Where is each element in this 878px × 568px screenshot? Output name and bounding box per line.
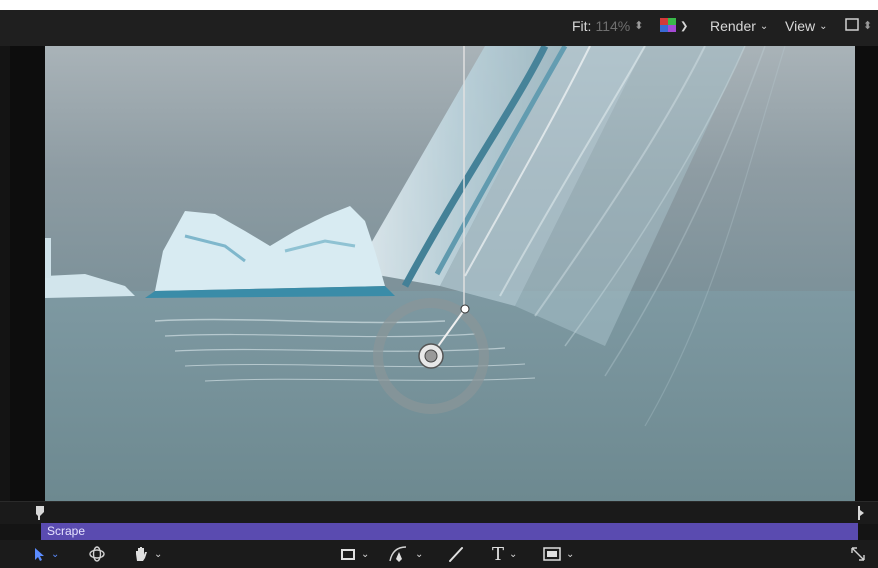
arrow-pointer-icon — [34, 547, 46, 561]
chevron-down-icon: ⌄ — [154, 548, 163, 560]
iceberg-image — [45, 46, 855, 501]
chevron-down-icon: ⌄ — [566, 548, 575, 560]
chevron-down-icon: ⌄ — [759, 20, 769, 32]
canvas-viewer[interactable] — [45, 46, 855, 501]
pan-tool-button[interactable]: ⌄ — [133, 544, 162, 564]
chevron-down-icon: ⌄ — [361, 548, 370, 560]
text-tool-button[interactable]: T ⌄ — [492, 543, 518, 565]
chevron-down-icon: ⌄ — [415, 548, 424, 560]
mask-tool-button[interactable]: ⌄ — [543, 544, 574, 564]
hand-icon — [133, 546, 149, 562]
pen-icon — [388, 545, 410, 563]
updown-arrows-icon: ⬍ — [863, 19, 873, 32]
mask-icon — [543, 547, 561, 561]
clip-label: Scrape — [47, 524, 86, 538]
view-label: View — [785, 18, 816, 34]
top-strip — [0, 0, 878, 10]
chevron-down-icon: ⌄ — [509, 548, 518, 560]
in-point-marker[interactable] — [36, 506, 44, 520]
orbit-icon — [88, 545, 106, 563]
chevron-down-icon: ❯ — [680, 20, 689, 32]
chevron-down-icon: ⌄ — [819, 20, 828, 32]
color-channels-popup[interactable]: ❯ — [660, 17, 688, 35]
fit-value: 114% — [595, 18, 631, 34]
brush-icon — [448, 546, 464, 562]
expand-icon — [850, 546, 866, 562]
fit-zoom-popup[interactable]: Fit: 114% ⬍ — [572, 17, 643, 35]
rectangle-icon — [340, 548, 356, 561]
fullscreen-button[interactable] — [850, 544, 866, 564]
fit-label: Fit: — [572, 18, 592, 34]
render-menu[interactable]: Render ⌄ — [710, 17, 768, 35]
bottom-toolbar: ⌄ ⌄ ⌄ ⌄ T ⌄ ⌄ — [0, 540, 878, 568]
layout-icon — [845, 18, 859, 34]
viewer-header: Fit: 114% ⬍ ❯ Render ⌄ View ⌄ ⬍ — [0, 0, 878, 46]
clip-bar[interactable]: Scrape — [41, 523, 858, 540]
orbit-tool-button[interactable] — [88, 544, 106, 564]
render-label: Render — [710, 18, 756, 34]
chevron-down-icon: ⌄ — [51, 548, 60, 560]
shape-tool-button[interactable]: ⌄ — [340, 544, 369, 564]
layout-popup[interactable]: ⬍ — [845, 17, 872, 35]
text-icon: T — [492, 543, 505, 565]
view-menu[interactable]: View ⌄ — [785, 17, 827, 35]
pen-tool-button[interactable]: ⌄ — [388, 544, 423, 564]
mini-timeline[interactable] — [0, 501, 878, 524]
updown-arrows-icon: ⬍ — [634, 19, 644, 32]
select-tool-button[interactable]: ⌄ — [34, 544, 59, 564]
paint-stroke-tool-button[interactable] — [448, 544, 464, 564]
color-channels-icon — [660, 17, 676, 35]
out-point-marker[interactable] — [856, 506, 864, 520]
